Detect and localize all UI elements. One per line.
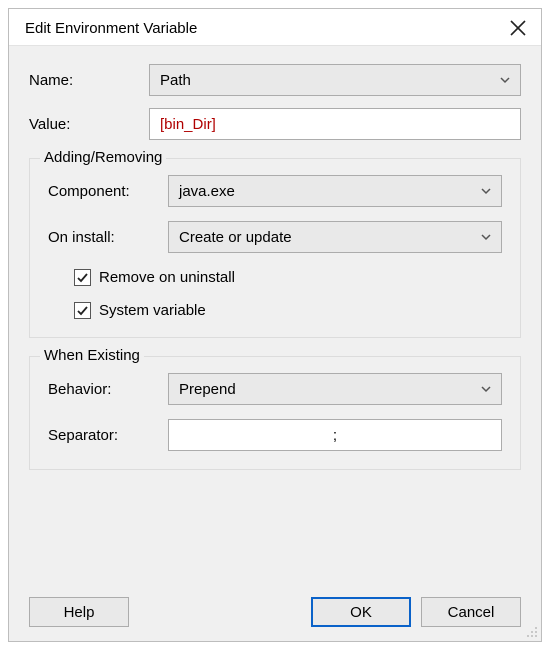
value-label: Value: [29, 116, 141, 133]
separator-row: Separator: ; [48, 419, 502, 451]
group-legend-when-existing: When Existing [40, 347, 144, 364]
chevron-down-icon [479, 184, 493, 198]
cancel-button-label: Cancel [448, 604, 495, 621]
system-variable-checkbox[interactable] [74, 302, 91, 319]
name-row: Name: Path [29, 64, 521, 96]
system-variable-row: System variable [48, 302, 502, 319]
name-label: Name: [29, 72, 141, 89]
close-icon[interactable] [509, 19, 527, 37]
behavior-label: Behavior: [48, 381, 160, 398]
component-select[interactable]: java.exe [168, 175, 502, 207]
group-legend-add-remove: Adding/Removing [40, 149, 166, 166]
component-row: Component: java.exe [48, 175, 502, 207]
component-label: Component: [48, 183, 160, 200]
group-when-existing: When Existing Behavior: Prepend Separato… [29, 356, 521, 470]
value-input-text: [bin_Dir] [160, 116, 216, 133]
behavior-select-value: Prepend [179, 381, 236, 398]
system-variable-label: System variable [99, 302, 206, 319]
on-install-label: On install: [48, 229, 160, 246]
behavior-select[interactable]: Prepend [168, 373, 502, 405]
remove-on-uninstall-row: Remove on uninstall [48, 269, 502, 286]
ok-button[interactable]: OK [311, 597, 411, 627]
button-row: Help OK Cancel [29, 591, 521, 627]
component-select-value: java.exe [179, 183, 235, 200]
dialog-edit-environment-variable: Edit Environment Variable Name: Path Val… [8, 8, 542, 642]
cancel-button[interactable]: Cancel [421, 597, 521, 627]
resize-grip-icon[interactable] [524, 624, 538, 638]
titlebar: Edit Environment Variable [9, 9, 541, 45]
value-input[interactable]: [bin_Dir] [149, 108, 521, 140]
separator-input[interactable]: ; [168, 419, 502, 451]
name-select-value: Path [160, 72, 191, 89]
on-install-row: On install: Create or update [48, 221, 502, 253]
on-install-select-value: Create or update [179, 229, 292, 246]
chevron-down-icon [479, 230, 493, 244]
behavior-row: Behavior: Prepend [48, 373, 502, 405]
help-button-label: Help [64, 604, 95, 621]
chevron-down-icon [498, 73, 512, 87]
help-button[interactable]: Help [29, 597, 129, 627]
dialog-body: Name: Path Value: [bin_Dir] Adding/Remov… [9, 45, 541, 641]
separator-label: Separator: [48, 427, 160, 444]
remove-on-uninstall-label: Remove on uninstall [99, 269, 235, 286]
group-adding-removing: Adding/Removing Component: java.exe On i… [29, 158, 521, 338]
name-select[interactable]: Path [149, 64, 521, 96]
dialog-title: Edit Environment Variable [25, 20, 197, 37]
remove-on-uninstall-checkbox[interactable] [74, 269, 91, 286]
ok-button-label: OK [350, 604, 372, 621]
on-install-select[interactable]: Create or update [168, 221, 502, 253]
value-row: Value: [bin_Dir] [29, 108, 521, 140]
separator-input-text: ; [333, 427, 337, 444]
chevron-down-icon [479, 382, 493, 396]
